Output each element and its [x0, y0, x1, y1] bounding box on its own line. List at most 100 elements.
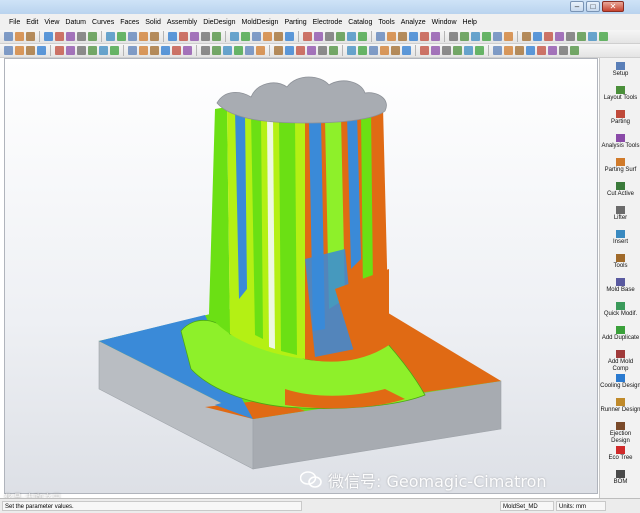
- toolbar-tool-icon[interactable]: [442, 46, 451, 55]
- toolbar-tool-icon[interactable]: [245, 46, 254, 55]
- menu-solid[interactable]: Solid: [142, 19, 164, 26]
- toolbar-tool-icon[interactable]: [533, 32, 542, 41]
- menu-help[interactable]: Help: [460, 19, 480, 26]
- menu-electrode[interactable]: Electrode: [310, 19, 346, 26]
- panel-mold-base[interactable]: Mold Base: [600, 278, 640, 294]
- toolbar-tool-icon[interactable]: [475, 46, 484, 55]
- toolbar-tool-icon[interactable]: [588, 32, 597, 41]
- maximize-button[interactable]: □: [586, 1, 600, 12]
- toolbar-tool-icon[interactable]: [77, 32, 86, 41]
- toolbar-tool-icon[interactable]: [150, 46, 159, 55]
- menu-tools[interactable]: Tools: [375, 19, 397, 26]
- toolbar-tool-icon[interactable]: [471, 32, 480, 41]
- toolbar-tool-icon[interactable]: [4, 46, 13, 55]
- panel-cut-active[interactable]: Cut Active: [600, 182, 640, 198]
- toolbar-tool-icon[interactable]: [358, 46, 367, 55]
- toolbar-tool-icon[interactable]: [212, 46, 221, 55]
- close-button[interactable]: ✕: [602, 1, 624, 12]
- panel-layout-tools[interactable]: Layout Tools: [600, 86, 640, 102]
- toolbar-tool-icon[interactable]: [431, 46, 440, 55]
- toolbar-tool-icon[interactable]: [55, 32, 64, 41]
- panel-quick-modif[interactable]: Quick Modif.: [600, 302, 640, 318]
- toolbar-tool-icon[interactable]: [544, 32, 553, 41]
- toolbar-tool-icon[interactable]: [599, 32, 608, 41]
- toolbar-tool-icon[interactable]: [139, 46, 148, 55]
- panel-parting[interactable]: Parting: [600, 110, 640, 126]
- toolbar-tool-icon[interactable]: [55, 46, 64, 55]
- toolbar-tool-icon[interactable]: [256, 46, 265, 55]
- 3d-viewport[interactable]: [4, 58, 598, 494]
- toolbar-tool-icon[interactable]: [482, 32, 491, 41]
- toolbar-tool-icon[interactable]: [376, 32, 385, 41]
- toolbar-tool-icon[interactable]: [212, 32, 221, 41]
- toolbar-tool-icon[interactable]: [380, 46, 389, 55]
- toolbar-tool-icon[interactable]: [110, 46, 119, 55]
- toolbar-tool-icon[interactable]: [15, 32, 24, 41]
- panel-runner-design[interactable]: Runner Design: [600, 398, 640, 414]
- toolbar-tool-icon[interactable]: [493, 32, 502, 41]
- toolbar-tool-icon[interactable]: [252, 32, 261, 41]
- toolbar-tool-icon[interactable]: [325, 32, 334, 41]
- toolbar-tool-icon[interactable]: [230, 32, 239, 41]
- toolbar-tool-icon[interactable]: [201, 46, 210, 55]
- toolbar-tool-icon[interactable]: [515, 46, 524, 55]
- menu-diedesign[interactable]: DieDesign: [200, 19, 238, 26]
- toolbar-tool-icon[interactable]: [172, 46, 181, 55]
- toolbar-tool-icon[interactable]: [398, 32, 407, 41]
- toolbar-tool-icon[interactable]: [274, 46, 283, 55]
- panel-lifter[interactable]: Lifter: [600, 206, 640, 222]
- panel-insert[interactable]: Insert: [600, 230, 640, 246]
- menu-datum[interactable]: Datum: [62, 19, 89, 26]
- toolbar-tool-icon[interactable]: [241, 32, 250, 41]
- toolbar-tool-icon[interactable]: [26, 46, 35, 55]
- toolbar-tool-icon[interactable]: [117, 32, 126, 41]
- toolbar-tool-icon[interactable]: [460, 32, 469, 41]
- toolbar-tool-icon[interactable]: [314, 32, 323, 41]
- toolbar-tool-icon[interactable]: [336, 32, 345, 41]
- toolbar-tool-icon[interactable]: [77, 46, 86, 55]
- toolbar-tool-icon[interactable]: [88, 32, 97, 41]
- toolbar-tool-icon[interactable]: [347, 32, 356, 41]
- toolbar-tool-icon[interactable]: [369, 46, 378, 55]
- panel-ejection-design[interactable]: Ejection Design: [600, 422, 640, 445]
- toolbar-tool-icon[interactable]: [358, 32, 367, 41]
- menu-window[interactable]: Window: [429, 19, 460, 26]
- toolbar-tool-icon[interactable]: [201, 32, 210, 41]
- toolbar-tool-icon[interactable]: [66, 32, 75, 41]
- toolbar-tool-icon[interactable]: [464, 46, 473, 55]
- toolbar-tool-icon[interactable]: [4, 32, 13, 41]
- menu-analyze[interactable]: Analyze: [398, 19, 429, 26]
- menu-view[interactable]: View: [41, 19, 62, 26]
- toolbar-tool-icon[interactable]: [99, 46, 108, 55]
- toolbar-tool-icon[interactable]: [15, 46, 24, 55]
- toolbar-tool-icon[interactable]: [493, 46, 502, 55]
- toolbar-tool-icon[interactable]: [128, 32, 137, 41]
- toolbar-tool-icon[interactable]: [318, 46, 327, 55]
- menu-edit[interactable]: Edit: [23, 19, 41, 26]
- panel-parting-surf[interactable]: Parting Surf: [600, 158, 640, 174]
- toolbar-tool-icon[interactable]: [263, 32, 272, 41]
- panel-tools[interactable]: Tools: [600, 254, 640, 270]
- panel-bom[interactable]: BOM: [600, 470, 640, 486]
- toolbar-tool-icon[interactable]: [526, 46, 535, 55]
- toolbar-tool-icon[interactable]: [329, 46, 338, 55]
- toolbar-tool-icon[interactable]: [66, 46, 75, 55]
- toolbar-tool-icon[interactable]: [296, 46, 305, 55]
- toolbar-tool-icon[interactable]: [391, 46, 400, 55]
- menu-molddesign[interactable]: MoldDesign: [238, 19, 281, 26]
- toolbar-tool-icon[interactable]: [420, 32, 429, 41]
- toolbar-tool-icon[interactable]: [409, 32, 418, 41]
- toolbar-tool-icon[interactable]: [274, 32, 283, 41]
- menu-assembly[interactable]: Assembly: [164, 19, 200, 26]
- panel-eco-tree[interactable]: Eco Tree: [600, 446, 640, 462]
- toolbar-tool-icon[interactable]: [548, 46, 557, 55]
- toolbar-tool-icon[interactable]: [402, 46, 411, 55]
- toolbar-tool-icon[interactable]: [37, 46, 46, 55]
- toolbar-tool-icon[interactable]: [504, 46, 513, 55]
- panel-setup[interactable]: Setup: [600, 62, 640, 78]
- menu-curves[interactable]: Curves: [89, 19, 117, 26]
- minimize-button[interactable]: –: [570, 1, 584, 12]
- toolbar-tool-icon[interactable]: [570, 46, 579, 55]
- toolbar-tool-icon[interactable]: [504, 32, 513, 41]
- toolbar-tool-icon[interactable]: [559, 46, 568, 55]
